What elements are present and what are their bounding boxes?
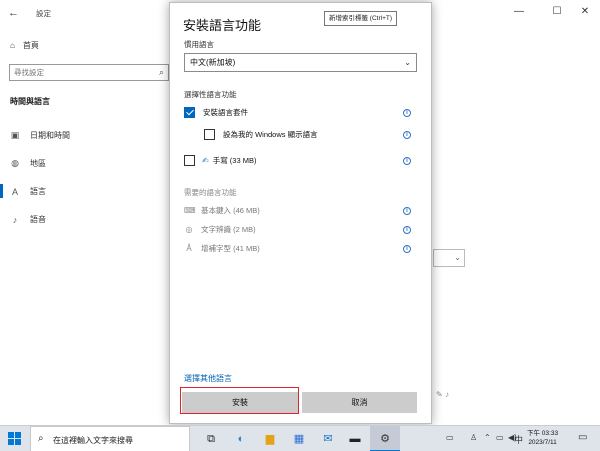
choose-other-language-link[interactable]: 選擇其他語言	[184, 373, 232, 384]
tooltip: 新增索引標籤 (Ctrl+T)	[324, 11, 398, 26]
install-pack-checkbox[interactable]	[184, 107, 195, 118]
required-basic-typing: ⌨ 基本鍵入 (46 MB)	[184, 205, 260, 216]
background-row-icons: ✎ ♪	[436, 390, 449, 399]
cancel-button[interactable]: 取消	[302, 392, 417, 413]
keyboard-tray-icon[interactable]: ▭	[446, 433, 454, 442]
display-language-checkbox[interactable]	[204, 129, 215, 140]
option-label: 設為我的 Windows 顯示語言	[223, 130, 318, 139]
required-ocr: ◎ 文字辨識 (2 MB)	[184, 224, 256, 235]
handwriting-checkbox[interactable]	[184, 155, 195, 166]
sidebar-item-label: 語言	[30, 187, 46, 196]
info-icon[interactable]: i	[403, 157, 411, 165]
back-arrow-icon[interactable]: ←	[8, 6, 22, 20]
required-label: 文字辨識 (2 MB)	[201, 225, 256, 234]
install-highlight-box	[180, 387, 299, 414]
maximize-button[interactable]: ☐	[550, 5, 564, 19]
sidebar-item-label: 語音	[30, 215, 46, 224]
settings-gear-icon[interactable]: ⚙	[377, 431, 393, 447]
required-features-heading: 需要的語言功能	[184, 188, 237, 197]
calendar-clock-icon: ▣	[10, 130, 20, 140]
sidebar-item-label: 日期和時間	[30, 131, 70, 140]
required-fonts: Å 增補字型 (41 MB)	[184, 243, 260, 254]
home-icon: ⌂	[10, 41, 15, 50]
handwriting-icon: ✍	[202, 156, 209, 165]
clock[interactable]: 下午 03:33 2023/7/11	[527, 429, 558, 447]
taskbar-search[interactable]: ⌕ 在這裡輸入文字來搜尋	[30, 426, 190, 451]
settings-search[interactable]: ⌕	[9, 64, 169, 81]
info-icon[interactable]: i	[403, 226, 411, 234]
required-label: 基本鍵入 (46 MB)	[201, 206, 260, 215]
people-icon[interactable]: ♙	[470, 433, 477, 442]
sidebar-item-label: 地區	[30, 159, 46, 168]
microphone-icon: ♪	[12, 214, 18, 225]
active-indicator	[0, 184, 3, 198]
windows-start-icon[interactable]	[8, 432, 21, 445]
sidebar-item-speech[interactable]: ♪ 語音	[10, 214, 46, 225]
preferred-language-label: 慣用語言	[184, 40, 214, 49]
keyboard-icon: ⌨	[184, 206, 196, 215]
info-icon[interactable]: i	[403, 131, 411, 139]
close-button[interactable]: ✕	[578, 5, 592, 19]
dialog-title: 安裝語言功能	[183, 18, 262, 33]
terminal-icon[interactable]: ▬	[347, 431, 363, 447]
microsoft-store-icon[interactable]: ▦	[291, 431, 307, 447]
settings-search-input[interactable]	[10, 65, 150, 80]
install-language-dialog: 安裝語言功能 新增索引標籤 (Ctrl+T) 慣用語言 中文(新加坡) ⌄ 選擇…	[169, 2, 432, 424]
search-icon: ⌕	[158, 67, 164, 77]
globe-icon: ◍	[11, 158, 19, 168]
option-install-language-pack[interactable]: 安裝語言套件	[184, 107, 248, 118]
sidebar-item-region[interactable]: ◍ 地區	[10, 158, 46, 169]
network-icon[interactable]: ▭	[496, 433, 504, 442]
optional-features-heading: 選擇性語言功能	[184, 90, 237, 99]
sidebar-item-language[interactable]: A 語言	[10, 186, 46, 197]
font-icon: Å	[186, 244, 192, 253]
nav-home-label: 首頁	[22, 41, 39, 50]
nav-home[interactable]: ⌂ 首頁	[10, 40, 39, 51]
mail-icon[interactable]: ✉	[320, 431, 336, 447]
edit-icon[interactable]: ✎	[436, 390, 443, 399]
required-label: 增補字型 (41 MB)	[201, 244, 260, 253]
selected-language: 中文(新加坡)	[190, 58, 236, 67]
option-handwriting[interactable]: ✍ 手寫 (33 MB)	[184, 155, 256, 166]
clock-time: 下午 03:33	[527, 430, 559, 437]
chevron-down-icon: ⌄	[454, 253, 461, 262]
section-label: 時間與語言	[10, 97, 50, 106]
option-display-language[interactable]: 設為我的 Windows 顯示語言	[204, 129, 318, 140]
search-icon: ⌕	[38, 433, 44, 444]
ocr-icon: ◎	[185, 225, 193, 234]
file-explorer-icon[interactable]: ▆	[262, 431, 278, 447]
sidebar-item-date-time[interactable]: ▣ 日期和時間	[10, 130, 70, 141]
app-title: 設定	[36, 9, 51, 18]
task-view-icon[interactable]: ⧉	[203, 431, 219, 447]
taskbar-search-placeholder: 在這裡輸入文字來搜尋	[53, 436, 133, 445]
minimize-button[interactable]: —	[512, 5, 526, 19]
chevron-down-icon: ⌄	[404, 58, 411, 67]
taskbar: ⌕ 在這裡輸入文字來搜尋 ⧉ ◐ ▆ ▦ ✉ ▬ ⚙ ▭ ♙ ⌃ ▭ ◀) 中 …	[0, 425, 600, 451]
ime-indicator[interactable]: 中	[514, 433, 523, 446]
info-icon[interactable]: i	[403, 109, 411, 117]
language-icon: A	[11, 186, 18, 197]
option-label: 手寫 (33 MB)	[212, 156, 257, 165]
background-dropdown[interactable]: ⌄	[433, 249, 465, 267]
edge-browser-icon[interactable]: ◐	[233, 431, 249, 447]
preferred-language-select[interactable]: 中文(新加坡) ⌄	[184, 53, 417, 72]
info-icon[interactable]: i	[403, 245, 411, 253]
info-icon[interactable]: i	[403, 207, 411, 215]
option-label: 安裝語言套件	[203, 108, 248, 117]
clock-date: 2023/7/11	[528, 439, 557, 446]
chevron-up-icon[interactable]: ⌃	[484, 433, 491, 442]
notification-icon[interactable]: ▭	[578, 432, 587, 443]
microphone-icon: ♪	[444, 390, 449, 399]
